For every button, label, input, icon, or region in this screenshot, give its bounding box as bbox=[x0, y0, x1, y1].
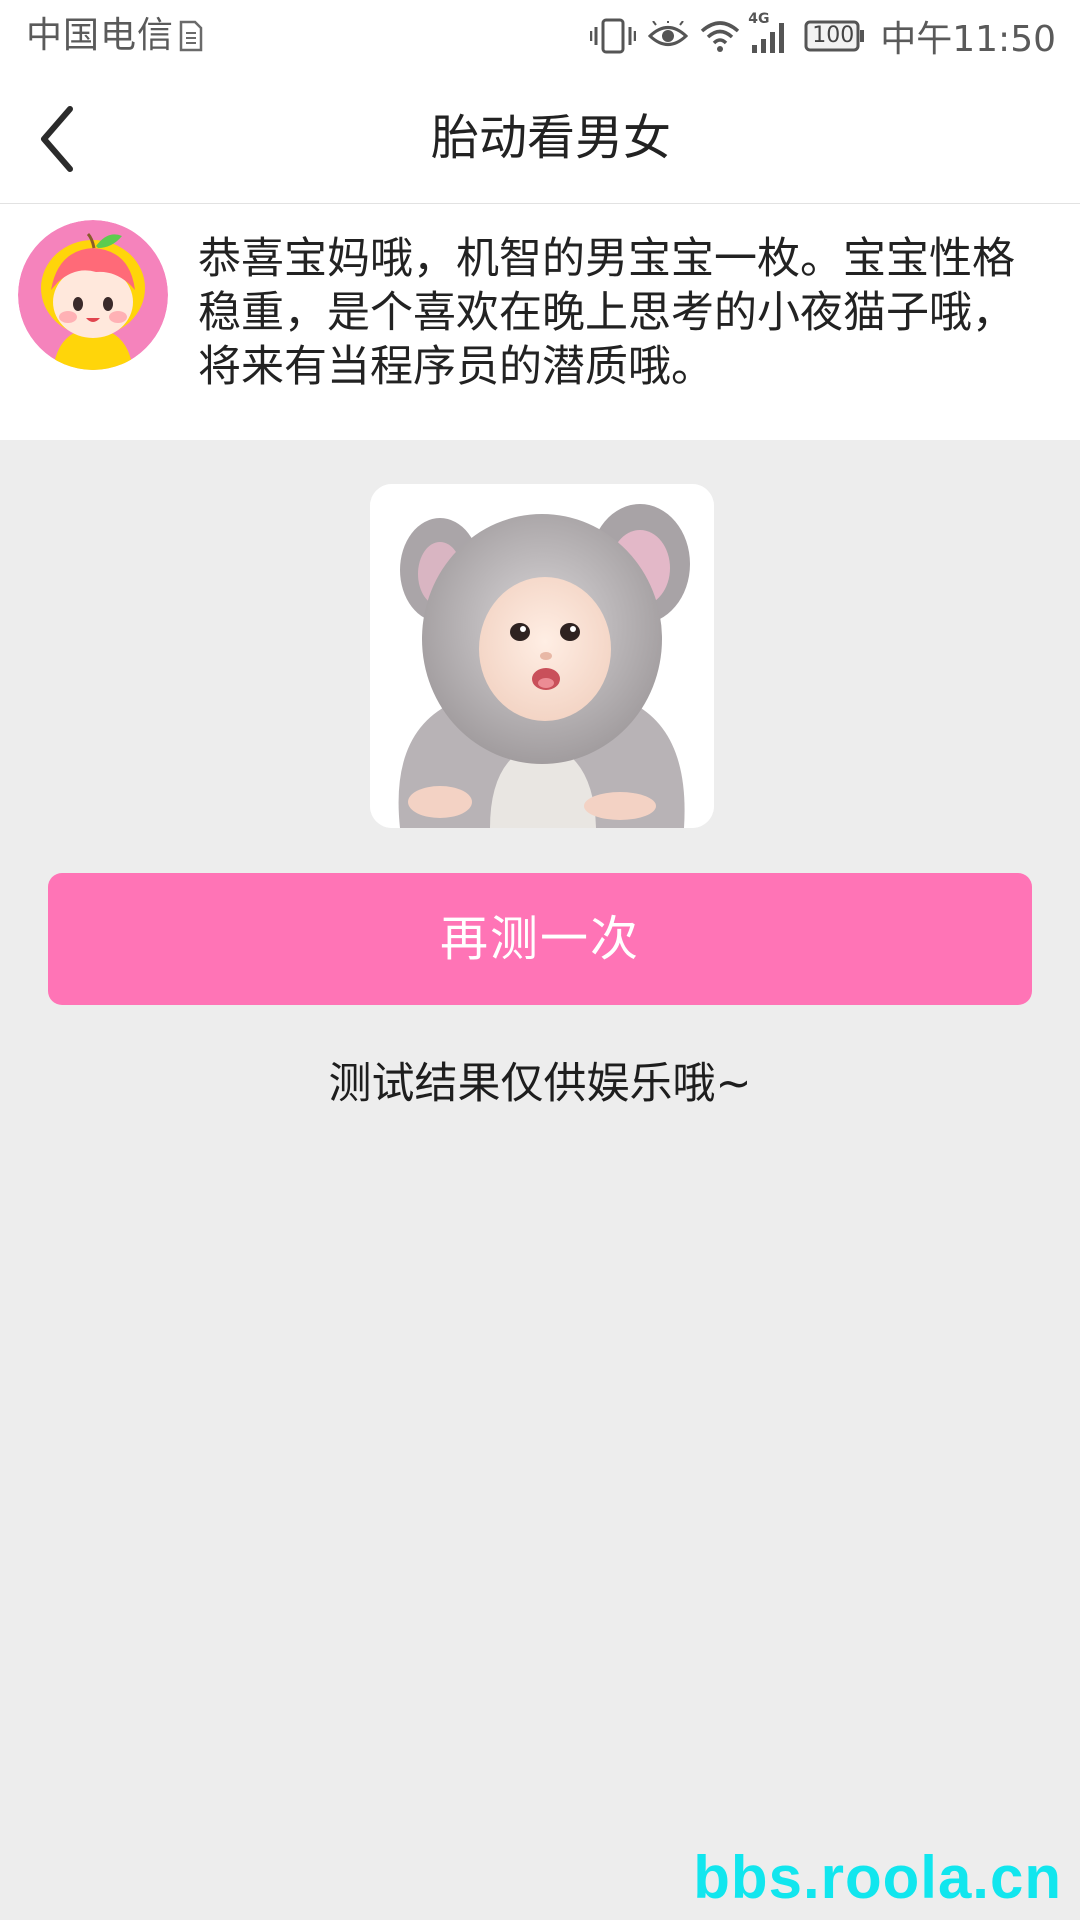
status-bar: 中国电信 4G 100 中午11:50 bbox=[0, 0, 1080, 75]
status-icons: 4G 100 中午11:50 bbox=[590, 11, 1056, 60]
status-time: 中午11:50 bbox=[880, 19, 1056, 60]
result-message: 恭喜宝妈哦，机智的男宝宝一枚。宝宝性格稳重，是个喜欢在晚上思考的小夜猫子哦，将来… bbox=[198, 234, 1015, 392]
signal-icon: 4G bbox=[748, 11, 790, 55]
result-card: 恭喜宝妈哦，机智的男宝宝一枚。宝宝性格稳重，是个喜欢在晚上思考的小夜猫子哦，将来… bbox=[0, 204, 1080, 440]
page-title: 胎动看男女 bbox=[430, 110, 671, 166]
retry-button[interactable]: 再测一次 bbox=[48, 873, 1032, 1005]
watermark: bbs.roola.cn bbox=[693, 1844, 1062, 1911]
app-screen: 中国电信 4G 100 中午11:50 胎动看男女 恭喜宝妈哦，机智的男宝宝一枚… bbox=[0, 0, 1080, 1920]
app-header: 胎动看男女 bbox=[0, 75, 1080, 204]
battery-level: 100 bbox=[812, 23, 855, 48]
wifi-icon bbox=[700, 19, 740, 53]
sim-card-icon bbox=[178, 20, 204, 52]
carrier-name: 中国电信 bbox=[26, 15, 175, 56]
disclaimer-text: 测试结果仅供娱乐哦~ bbox=[328, 1059, 752, 1109]
battery-icon: 100 bbox=[804, 20, 866, 52]
baby-photo bbox=[370, 484, 714, 828]
avatar bbox=[18, 220, 168, 370]
vibrate-icon bbox=[590, 17, 637, 55]
network-type-label: 4G bbox=[748, 11, 770, 27]
eye-icon bbox=[648, 21, 689, 51]
